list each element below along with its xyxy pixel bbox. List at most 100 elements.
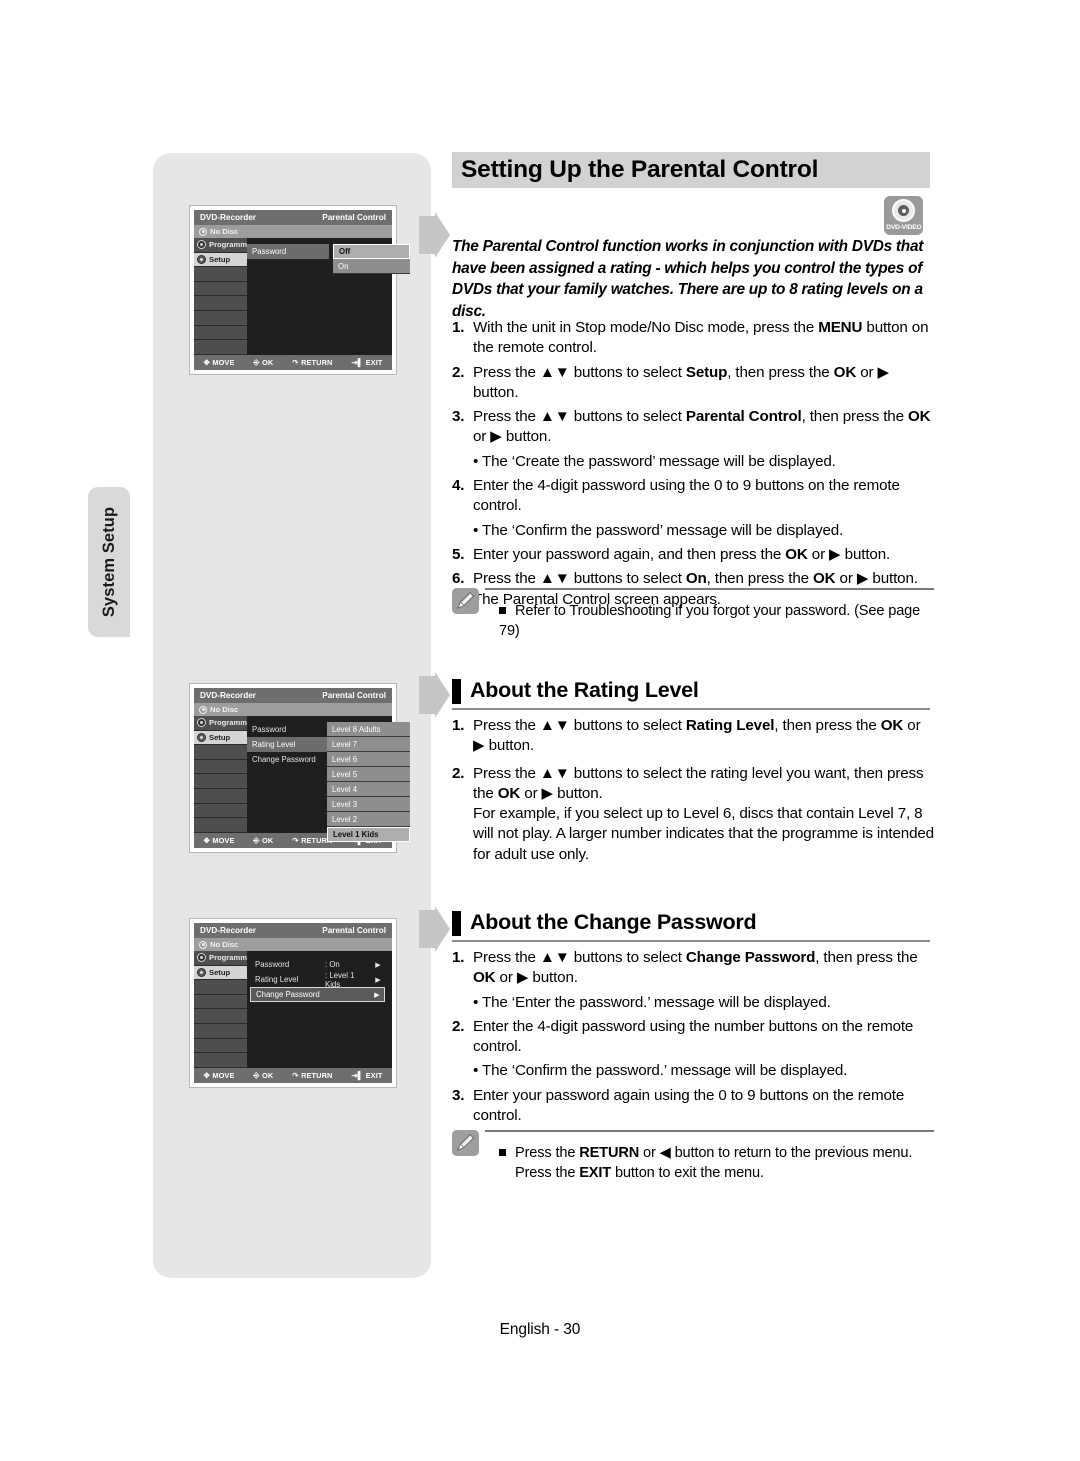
osd-hint-label: MOVE <box>212 836 235 845</box>
note-line-text: Refer to Troubleshooting if you forgot y… <box>499 603 921 639</box>
osd-content: Password : On ▶ Rating Level : Level 1 K… <box>247 951 392 1068</box>
step-number: 4. <box>452 477 465 495</box>
step-number: 3. <box>452 408 465 426</box>
osd-nav-setup[interactable]: Setup <box>194 730 247 746</box>
osd-hint-label: MOVE <box>212 1071 235 1080</box>
osd-row-change-password[interactable]: Change Password ▶ <box>250 987 385 1002</box>
osd-titlebar: DVD-Recorder Parental Control <box>194 923 392 938</box>
osd-titlebar: DVD-Recorder Parental Control <box>194 210 392 225</box>
osd-nav-programme[interactable]: Programme <box>194 951 251 966</box>
osd-screen-title: Parental Control <box>322 213 386 222</box>
chevron-right-icon: ▶ <box>375 961 381 969</box>
step-text: With the unit in Stop mode/No Disc mode,… <box>473 319 929 357</box>
osd-body: Programme Setup . . . . . . Password : O… <box>194 951 392 1068</box>
exit-icon: ⇥▌ <box>351 357 364 367</box>
note-bullet-icon <box>499 607 506 614</box>
osd-option-label: Level 3 <box>332 799 358 809</box>
osd-device-label: DVD-Recorder <box>200 691 256 700</box>
osd-menu-item-rating-level[interactable]: Rating Level <box>247 737 329 752</box>
main-steps-list: 1. With the unit in Stop mode/No Disc mo… <box>452 318 934 614</box>
step-text: Enter the 4-digit password using the num… <box>473 1017 914 1056</box>
osd-device-label: DVD-Recorder <box>200 926 256 935</box>
osd-screenshot-change-password: DVD-Recorder Parental Control No Disc Pr… <box>189 918 397 1088</box>
osd-option-level7[interactable]: Level 7 <box>327 737 410 752</box>
move-dpad-icon: ✥ <box>203 835 210 845</box>
osd-nav-setup[interactable]: Setup <box>194 965 247 981</box>
move-dpad-icon: ✥ <box>203 357 210 367</box>
osd-screenshot-password: DVD-Recorder Parental Control No Disc Pr… <box>189 205 410 375</box>
step-number: 1. <box>452 949 465 966</box>
step-item: 2. Press the ▲▼ buttons to select Setup,… <box>452 363 934 404</box>
osd-option-label: Level 5 <box>332 769 358 779</box>
osd-content: Password Rating Level Change Password Le… <box>247 716 410 842</box>
osd-hint-ok: ⎆ OK <box>253 1071 273 1080</box>
step-item: 2. Press the ▲▼ buttons to select the ra… <box>452 764 934 865</box>
heading-bar <box>452 679 461 704</box>
osd-nav-spacer: . <box>194 995 247 1010</box>
osd-menu-item-change-password[interactable]: Change Password <box>247 752 329 767</box>
gear-icon <box>197 967 206 977</box>
osd-bottom-bar: ✥MOVE ⎆OK ↷RETURN ⇥▌EXIT <box>194 355 392 370</box>
osd-option-level6[interactable]: Level 6 <box>327 752 410 767</box>
programme-icon <box>197 953 206 963</box>
osd-option-level8[interactable]: Level 8 Adults <box>327 722 410 737</box>
osd-hint-exit: ⇥▌EXIT <box>351 358 382 367</box>
step-number: 1. <box>452 717 465 734</box>
heading-underline <box>452 708 930 710</box>
osd-option-column: Level 8 Adults Level 7 Level 6 Level 5 L… <box>327 722 410 842</box>
page-title: Setting Up the Parental Control <box>452 152 930 188</box>
pointer-chevron-intro <box>419 212 450 258</box>
osd-nav-spacer: . <box>194 267 247 282</box>
osd-option-level3[interactable]: Level 3 <box>327 797 410 812</box>
osd-hint-move: ✥ MOVE <box>203 358 234 367</box>
osd-body: Programme Setup . . . . . . Password <box>194 238 410 355</box>
step-text: Press the ▲▼ buttons to select Change Pa… <box>473 949 918 987</box>
osd-row-label: Rating Level <box>255 975 299 984</box>
osd-left-nav: Programme Setup . . . . . . <box>194 951 251 1068</box>
osd-hint-return: ↷ RETURN <box>292 1071 332 1080</box>
osd-nav-spacer: . <box>194 282 247 297</box>
osd-menu-item-password[interactable]: Password <box>247 244 329 259</box>
note-line-text: Press the RETURN or ◀ button to return t… <box>515 1145 913 1161</box>
step-text: Enter your password again using the 0 to… <box>473 1086 905 1125</box>
note-line: Press the EXIT button to exit the menu. <box>515 1164 912 1184</box>
step-number: 3. <box>452 1086 465 1104</box>
osd-nav-spacer: . <box>194 340 247 355</box>
osd-nav-spacer: . <box>194 326 247 341</box>
osd-nav-spacer: . <box>194 1009 247 1024</box>
osd-body: Programme Setup . . . . . . Password <box>194 716 410 842</box>
osd-hint-label: RETURN <box>301 358 333 367</box>
osd-nav-setup[interactable]: Setup <box>194 252 247 268</box>
osd-nav-label: Setup <box>209 732 231 742</box>
osd-device-label: DVD-Recorder <box>200 213 256 222</box>
step-number: 5. <box>452 545 465 563</box>
osd-option-on[interactable]: On <box>333 259 410 274</box>
osd-inner: DVD-Recorder Parental Control No Disc Pr… <box>194 923 392 1083</box>
step-item: 3. Press the ▲▼ buttons to select Parent… <box>452 407 934 448</box>
osd-hint-return: ↷ RETURN <box>292 358 332 367</box>
osd-nav-label: Setup <box>209 967 231 977</box>
osd-option-level2[interactable]: Level 2 <box>327 812 410 827</box>
osd-option-level4[interactable]: Level 4 <box>327 782 410 797</box>
heading-bar <box>452 911 461 936</box>
osd-option-level1[interactable]: Level 1 Kids <box>327 827 410 842</box>
step-item: 4. Enter the 4-digit password using the … <box>452 476 934 517</box>
osd-settings-rows: Password : On ▶ Rating Level : Level 1 K… <box>250 957 385 1002</box>
osd-menu-item-password[interactable]: Password <box>247 722 329 737</box>
step-text: Press the ▲▼ buttons to select Parental … <box>473 408 931 446</box>
osd-nav-label: Setup <box>209 254 231 264</box>
osd-row-rating-level[interactable]: Rating Level : Level 1 Kids ▶ <box>250 971 385 989</box>
osd-nav-programme[interactable]: Programme <box>194 716 251 731</box>
osd-option-off[interactable]: Off <box>333 244 410 259</box>
disc-icon <box>199 227 207 236</box>
intro-paragraph: The Parental Control function works in c… <box>452 238 924 320</box>
osd-option-label: Level 4 <box>332 784 358 794</box>
osd-nav-programme[interactable]: Programme <box>194 238 251 253</box>
note-line: Press the RETURN or ◀ button to return t… <box>499 1144 912 1164</box>
ok-button-icon: ⎆ <box>253 835 260 845</box>
osd-option-level5[interactable]: Level 5 <box>327 767 410 782</box>
pencil-note-icon <box>452 588 479 614</box>
osd-nav-spacer: . <box>194 296 247 311</box>
page-footer: English - 30 <box>499 1321 581 1338</box>
step-subnote: • The ‘Create the password’ message will… <box>473 452 836 470</box>
